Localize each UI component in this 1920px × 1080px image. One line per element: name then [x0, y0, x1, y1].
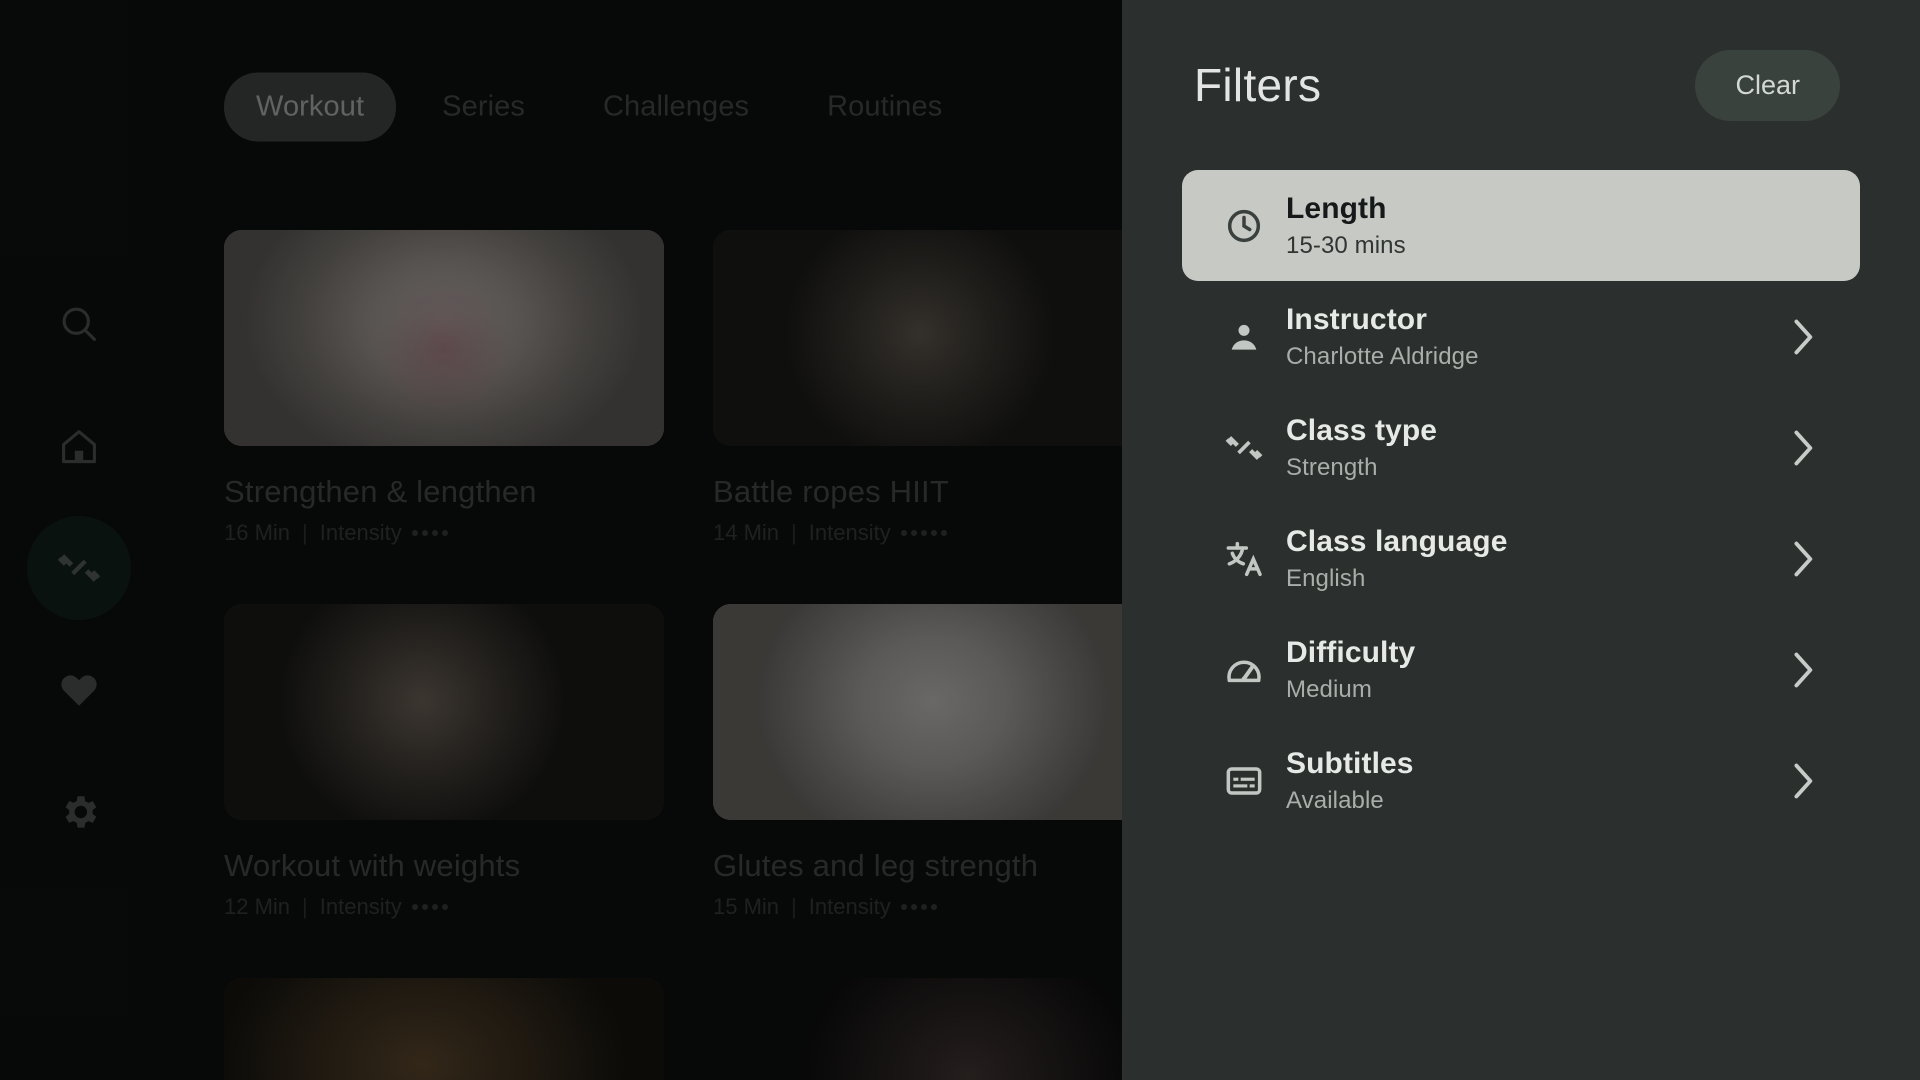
workout-duration: 16 Min — [224, 520, 291, 545]
filter-value: Strength — [1286, 453, 1378, 481]
tab-challenges[interactable]: Challenges — [571, 73, 781, 142]
filter-value: Available — [1286, 786, 1384, 814]
workout-card[interactable] — [713, 978, 1153, 1080]
filter-label: Subtitles — [1286, 746, 1414, 780]
sidebar-item-settings[interactable] — [27, 760, 131, 864]
thumbnail-image — [224, 978, 664, 1080]
workout-thumbnail[interactable] — [224, 230, 664, 446]
filter-label: Difficulty — [1286, 635, 1416, 669]
workout-thumbnail[interactable] — [713, 230, 1153, 446]
subtitles-icon — [1224, 761, 1286, 801]
filter-row-text: Subtitles Available — [1286, 747, 1788, 815]
meta-separator: | — [791, 520, 797, 545]
filter-list: Length 15-30 mins Instructor Charlotte Aldr… — [1122, 170, 1920, 836]
intensity-dots — [900, 530, 947, 536]
workout-card[interactable]: Strengthen & lengthen 16 Min | Intensity — [224, 230, 664, 546]
meta-separator: | — [302, 894, 308, 919]
heart-icon — [57, 668, 101, 712]
intensity-dots — [411, 904, 448, 910]
filter-row-text: Difficulty Medium — [1286, 636, 1788, 704]
chevron-right-icon — [1788, 648, 1818, 692]
thumbnail-image — [224, 604, 664, 820]
filter-row-class-language[interactable]: Class language English — [1182, 503, 1860, 614]
chevron-right-icon — [1788, 426, 1818, 470]
workout-meta: 16 Min | Intensity — [224, 520, 664, 546]
sidebar-item-workouts[interactable] — [27, 516, 131, 620]
workout-thumbnail[interactable] — [224, 978, 664, 1080]
workout-meta: 15 Min | Intensity — [713, 894, 1153, 920]
tab-routines[interactable]: Routines — [795, 73, 974, 142]
workout-thumbnail[interactable] — [713, 604, 1153, 820]
filter-row-text: Instructor Charlotte Aldridge — [1286, 303, 1788, 371]
filter-row-class-type[interactable]: Class type Strength — [1182, 392, 1860, 503]
workout-duration: 15 Min — [713, 894, 780, 919]
gear-icon — [57, 790, 101, 834]
person-icon — [1224, 317, 1286, 357]
chevron-right-icon — [1788, 759, 1818, 803]
category-tabs: Workout Series Challenges Routines — [224, 72, 974, 142]
search-icon — [57, 302, 101, 346]
thumbnail-image — [713, 604, 1153, 820]
filter-row-subtitles[interactable]: Subtitles Available — [1182, 725, 1860, 836]
workout-card[interactable]: Workout with weights 12 Min | Intensity — [224, 604, 664, 920]
intensity-dots — [900, 904, 937, 910]
chevron-right-icon — [1788, 537, 1818, 581]
clear-button[interactable]: Clear — [1695, 49, 1840, 121]
workout-title: Workout with weights — [224, 848, 521, 883]
sidebar-item-favorites[interactable] — [27, 638, 131, 742]
dumbbell-icon — [1224, 428, 1286, 468]
page-title: Filters — [1194, 59, 1322, 111]
workout-meta: 14 Min | Intensity — [713, 520, 1153, 546]
app-root: Workout Series Challenges Routines Strength… — [0, 0, 1920, 1080]
workout-card[interactable]: Battle ropes HIIT 14 Min | Intensity — [713, 230, 1153, 546]
filter-value: English — [1286, 564, 1366, 592]
workout-title: Strengthen & lengthen — [224, 474, 537, 509]
filter-value: Medium — [1286, 675, 1372, 703]
filters-header: Filters Clear — [1122, 0, 1920, 170]
intensity-label: Intensity — [319, 894, 402, 919]
clock-icon — [1224, 206, 1286, 246]
tab-series[interactable]: Series — [410, 73, 557, 142]
workout-thumbnail[interactable] — [224, 604, 664, 820]
home-icon — [57, 424, 101, 468]
dumbbell-icon — [56, 545, 102, 591]
tab-workout[interactable]: Workout — [224, 72, 397, 142]
intensity-dots — [411, 530, 448, 536]
filter-row-length[interactable]: Length 15-30 mins — [1182, 170, 1860, 281]
filter-label: Instructor — [1286, 302, 1428, 336]
filter-row-text: Class language English — [1286, 525, 1788, 593]
filter-row-text: Length 15-30 mins — [1286, 192, 1788, 260]
sidebar-item-home[interactable] — [27, 394, 131, 498]
thumbnail-image — [713, 978, 1153, 1080]
filter-row-text: Class type Strength — [1286, 414, 1788, 482]
workout-duration: 14 Min — [713, 520, 780, 545]
workout-card[interactable] — [224, 978, 664, 1080]
workout-thumbnail[interactable] — [713, 978, 1153, 1080]
meta-separator: | — [791, 894, 797, 919]
thumbnail-image — [224, 230, 664, 446]
workout-duration: 12 Min — [224, 894, 291, 919]
filter-value: 15-30 mins — [1286, 231, 1406, 259]
sidebar-item-search[interactable] — [27, 272, 131, 376]
workout-title: Glutes and leg strength — [713, 848, 1039, 883]
workout-meta: 12 Min | Intensity — [224, 894, 664, 920]
filter-label: Class type — [1286, 413, 1438, 447]
intensity-label: Intensity — [808, 894, 891, 919]
gauge-icon — [1224, 650, 1286, 690]
thumbnail-image — [713, 230, 1153, 446]
filter-value: Charlotte Aldridge — [1286, 342, 1479, 370]
chevron-right-icon — [1788, 315, 1818, 359]
filter-label: Length — [1286, 191, 1387, 225]
workout-title: Battle ropes HIIT — [713, 474, 949, 509]
intensity-label: Intensity — [319, 520, 402, 545]
intensity-label: Intensity — [808, 520, 891, 545]
translate-icon — [1224, 539, 1286, 579]
filter-row-difficulty[interactable]: Difficulty Medium — [1182, 614, 1860, 725]
filters-panel: Filters Clear Length 15-30 mins Instructor… — [1122, 0, 1920, 1080]
filter-label: Class language — [1286, 524, 1508, 558]
filter-row-instructor[interactable]: Instructor Charlotte Aldridge — [1182, 281, 1860, 392]
meta-separator: | — [302, 520, 308, 545]
sidebar-nav — [0, 0, 158, 1080]
workout-card[interactable]: Glutes and leg strength 15 Min | Intensity — [713, 604, 1153, 920]
